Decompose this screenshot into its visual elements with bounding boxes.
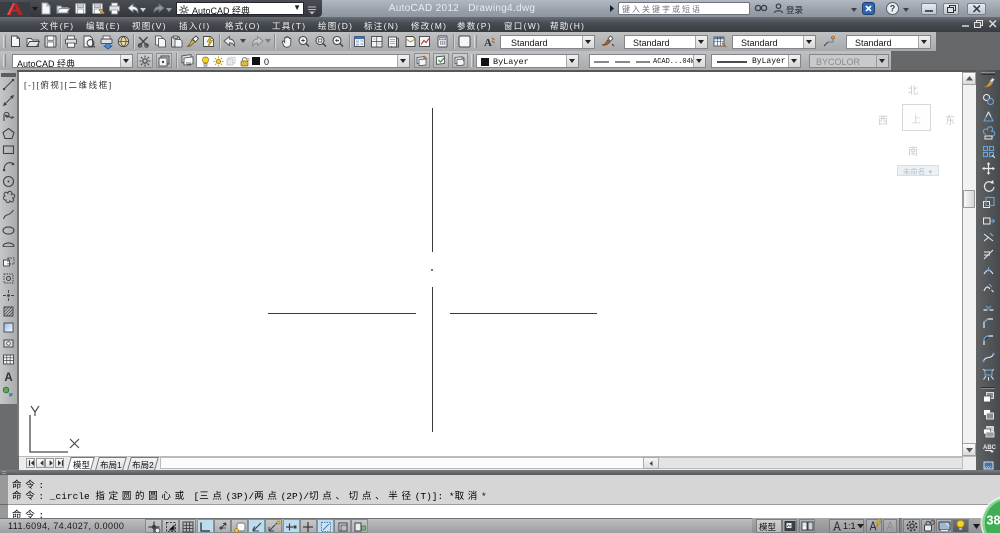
svg-text:A: A — [484, 37, 492, 49]
svg-text:A: A — [4, 372, 12, 384]
svg-text:?: ? — [462, 37, 468, 48]
svg-text:?: ? — [890, 4, 896, 14]
svg-text:38: 38 — [987, 514, 1000, 528]
